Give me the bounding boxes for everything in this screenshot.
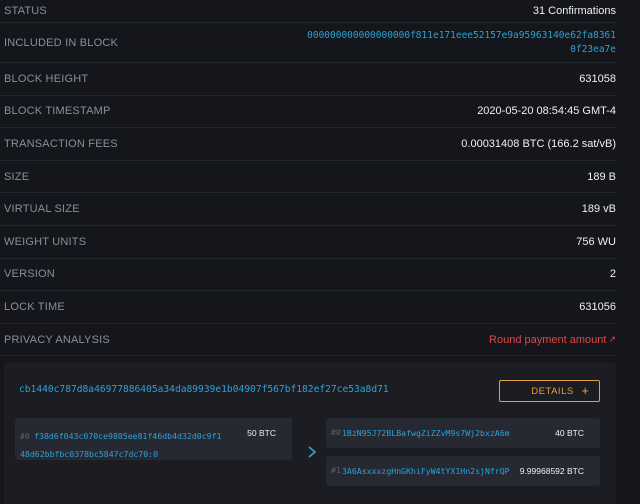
version-value: 2 bbox=[609, 268, 616, 281]
detail-label: PRIVACY ANALYSIS bbox=[4, 333, 110, 346]
plus-icon: + bbox=[581, 383, 589, 398]
input-item: #0 f38d6f043c070ce9805ee81f46db4d32d0c9f… bbox=[15, 418, 292, 460]
details-button-label: DETAILS bbox=[531, 385, 574, 397]
txid-link[interactable]: cb1440c787d8a46977886405a34da89939e1b049… bbox=[19, 384, 389, 395]
detail-row-version: VERSION 2 bbox=[0, 259, 616, 292]
virtual-size-value: 189 vB bbox=[581, 203, 616, 216]
size-value: 189 B bbox=[587, 170, 616, 183]
output-amount: 9.99968592 BTC bbox=[519, 466, 584, 476]
detail-row-block: INCLUDED IN BLOCK 000000000000000000f811… bbox=[0, 23, 616, 63]
detail-row-timestamp: BLOCK TIMESTAMP 2020-05-20 08:54:45 GMT-… bbox=[0, 96, 616, 129]
transaction-io-panel: cb1440c787d8a46977886405a34da89939e1b049… bbox=[4, 362, 616, 504]
output-address-link[interactable]: 3A6AsxxxzgHnGKhiFyW4tYX1Hn2sjNfrQP bbox=[342, 465, 510, 477]
transaction-details-table: STATUS 31 Confirmations INCLUDED IN BLOC… bbox=[0, 0, 616, 357]
input-amount: 50 BTC bbox=[247, 428, 276, 438]
chevron-right-icon bbox=[308, 446, 317, 458]
detail-label: BLOCK TIMESTAMP bbox=[4, 105, 111, 118]
detail-row-weight: WEIGHT UNITS 756 WU bbox=[0, 226, 616, 259]
output-item: #0 1BzN95J72BLBafwgZiZZvM9s7Wj2bxzA6m 40… bbox=[326, 418, 600, 448]
detail-label: WEIGHT UNITS bbox=[4, 235, 87, 248]
status-value: 31 Confirmations bbox=[532, 5, 616, 17]
detail-row-vsize: VIRTUAL SIZE 189 vB bbox=[0, 193, 616, 226]
privacy-analysis-link[interactable]: Round payment amount ↗ bbox=[489, 334, 616, 346]
fees-value: 0.00031408 BTC (166.2 sat/vB) bbox=[461, 137, 616, 150]
output-index: #0 bbox=[331, 428, 341, 437]
detail-label: VERSION bbox=[4, 268, 55, 281]
output-amount: 40 BTC bbox=[555, 428, 584, 438]
output-index: #1 bbox=[331, 466, 341, 475]
detail-row-status: STATUS 31 Confirmations bbox=[0, 0, 616, 23]
block-height-value: 631058 bbox=[579, 72, 616, 85]
detail-label: STATUS bbox=[4, 5, 47, 17]
input-index: #0 bbox=[20, 432, 30, 441]
detail-label: VIRTUAL SIZE bbox=[4, 203, 80, 216]
output-item: #1 3A6AsxxxzgHnGKhiFyW4tYX1Hn2sjNfrQP 9.… bbox=[326, 456, 600, 486]
detail-row-size: SIZE 189 B bbox=[0, 161, 616, 194]
detail-row-locktime: LOCK TIME 631056 bbox=[0, 291, 616, 324]
output-address-link[interactable]: 1BzN95J72BLBafwgZiZZvM9s7Wj2bxzA6m bbox=[342, 427, 510, 439]
privacy-analysis-text: Round payment amount bbox=[489, 333, 607, 346]
weight-units-value: 756 WU bbox=[576, 235, 616, 248]
detail-label: BLOCK HEIGHT bbox=[4, 72, 89, 85]
detail-label: TRANSACTION FEES bbox=[4, 137, 118, 150]
details-button[interactable]: DETAILS + bbox=[499, 380, 600, 402]
timestamp-value: 2020-05-20 08:54:45 GMT-4 bbox=[477, 105, 616, 118]
detail-row-fees: TRANSACTION FEES 0.00031408 BTC (166.2 s… bbox=[0, 128, 616, 161]
lock-time-value: 631056 bbox=[579, 300, 616, 313]
detail-label: LOCK TIME bbox=[4, 300, 65, 313]
detail-row-privacy: PRIVACY ANALYSIS Round payment amount ↗ bbox=[0, 324, 616, 357]
block-hash-link[interactable]: 000000000000000000f811e171eee52157e9a959… bbox=[304, 29, 616, 57]
input-address-link[interactable]: f38d6f043c070ce9805ee81f46db4d32d0c9f148… bbox=[20, 431, 221, 459]
detail-label: INCLUDED IN BLOCK bbox=[4, 36, 119, 49]
detail-label: SIZE bbox=[4, 170, 30, 183]
detail-row-height: BLOCK HEIGHT 631058 bbox=[0, 63, 616, 96]
external-link-icon: ↗ bbox=[608, 334, 616, 345]
